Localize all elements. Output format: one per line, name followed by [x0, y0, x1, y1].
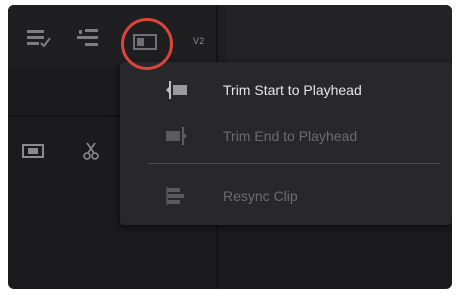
track-settings-icon[interactable]: [76, 28, 100, 53]
track-label: V2: [193, 36, 205, 46]
trim-context-menu: Trim Start to Playhead Trim End to Playh…: [120, 62, 452, 225]
highlight-ring: [121, 18, 173, 70]
menu-item-label: Trim End to Playhead: [223, 128, 358, 144]
menu-item-trim-start[interactable]: Trim Start to Playhead: [120, 71, 452, 109]
clip-list-icon[interactable]: [26, 29, 52, 52]
screenshot-canvas: V2 Trim Start to Playhead Trim End to Pl…: [0, 0, 460, 295]
menu-item-label: Resync Clip: [223, 188, 298, 204]
scissors-icon[interactable]: [82, 141, 100, 166]
menu-item-resync-clip[interactable]: Resync Clip: [120, 177, 452, 215]
resync-clip-icon: [164, 186, 190, 206]
timeline-header: [226, 5, 452, 67]
menu-item-trim-end[interactable]: Trim End to Playhead: [120, 117, 452, 155]
editor-window: V2 Trim Start to Playhead Trim End to Pl…: [8, 5, 452, 289]
trim-end-icon: [164, 126, 190, 146]
film-frame-icon[interactable]: [22, 143, 44, 164]
menu-separator: [148, 163, 440, 164]
trim-start-icon: [164, 80, 190, 100]
menu-item-label: Trim Start to Playhead: [223, 82, 362, 98]
